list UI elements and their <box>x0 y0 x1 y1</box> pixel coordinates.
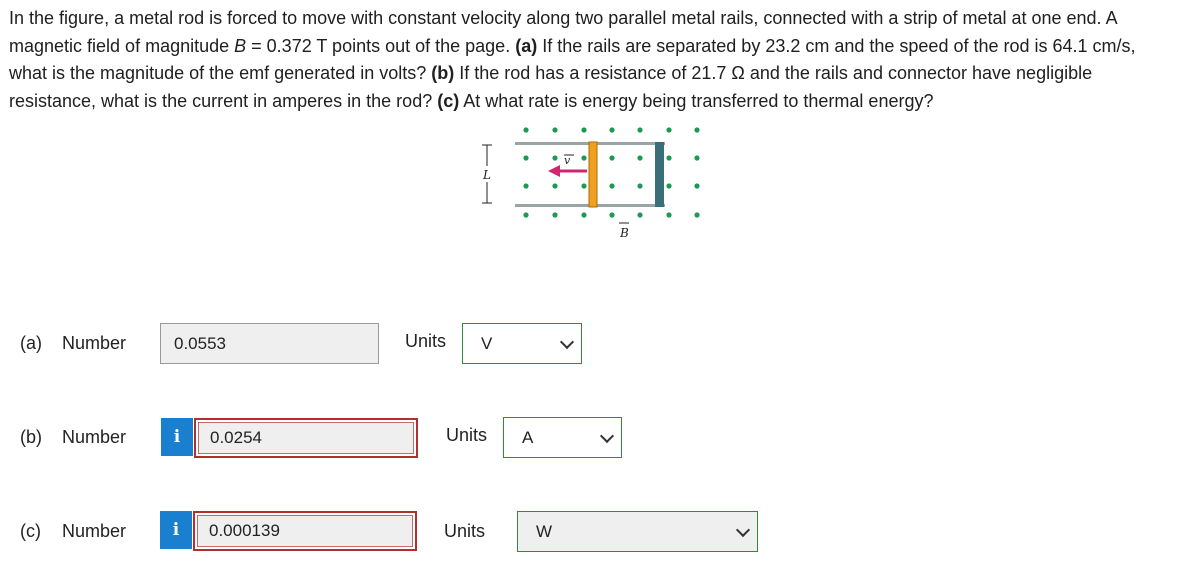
units-a-value: V <box>481 333 493 353</box>
field-dot <box>523 212 529 218</box>
figure-svg: v L B <box>481 127 700 240</box>
field-dot <box>637 212 643 218</box>
part-b-label: (b) <box>20 427 42 447</box>
units-b-value: A <box>522 427 534 447</box>
velocity-arrowhead-icon <box>548 165 560 177</box>
field-dot <box>523 155 529 161</box>
field-dot <box>523 183 529 189</box>
rod <box>588 141 598 208</box>
field-dot <box>609 155 615 161</box>
label-L: L <box>482 168 491 182</box>
field-dot <box>666 183 672 189</box>
units-c-label: Units <box>444 521 486 541</box>
label-B: B <box>619 226 629 240</box>
units-c-value: W <box>536 521 553 541</box>
rod-rail-figure: v L B <box>470 120 720 250</box>
field-dot <box>694 155 700 161</box>
field-dot <box>637 155 643 161</box>
field-dot <box>581 183 587 189</box>
field-dot <box>523 127 529 133</box>
chevron-down-icon <box>559 334 575 349</box>
info-b-icon[interactable]: i <box>161 418 193 456</box>
field-dot <box>666 212 672 218</box>
units-a-label: Units <box>405 331 447 351</box>
field-dot <box>609 183 615 189</box>
question-text: In the figure, a metal rod is forced to … <box>9 8 1136 111</box>
field-dot <box>666 127 672 133</box>
units-b-select[interactable]: A <box>503 417 622 458</box>
field-dot <box>552 155 558 161</box>
field-dot <box>694 212 700 218</box>
part-c-label: (c) <box>20 521 41 541</box>
field-dot <box>552 183 558 189</box>
field-dot <box>666 155 672 161</box>
label-v: v <box>564 154 571 167</box>
field-dot <box>581 127 587 133</box>
chevron-down-icon <box>599 428 615 443</box>
answer-b-field[interactable]: 0.0254 <box>194 418 418 458</box>
part-a-label: (a) <box>20 333 42 353</box>
answer-c-field[interactable]: 0.000139 <box>193 511 417 551</box>
field-dot <box>552 127 558 133</box>
part-c-number-label: Number <box>62 521 127 541</box>
part-a-number-label: Number <box>62 333 127 353</box>
chevron-down-icon <box>735 522 751 537</box>
info-c-icon[interactable]: i <box>160 511 192 549</box>
units-c-select[interactable]: W <box>517 511 758 552</box>
units-b-label: Units <box>446 425 488 445</box>
field-dot <box>609 127 615 133</box>
field-dot <box>581 212 587 218</box>
connector-strip <box>655 142 664 207</box>
field-dot <box>694 127 700 133</box>
units-a-select[interactable]: V <box>462 323 582 364</box>
field-dot <box>552 212 558 218</box>
field-dot <box>694 183 700 189</box>
field-dot <box>581 155 587 161</box>
field-dot <box>609 212 615 218</box>
field-dot <box>637 183 643 189</box>
answer-a-field[interactable]: 0.0553 <box>160 323 379 364</box>
part-b-number-label: Number <box>62 427 127 447</box>
field-dot <box>637 127 643 133</box>
